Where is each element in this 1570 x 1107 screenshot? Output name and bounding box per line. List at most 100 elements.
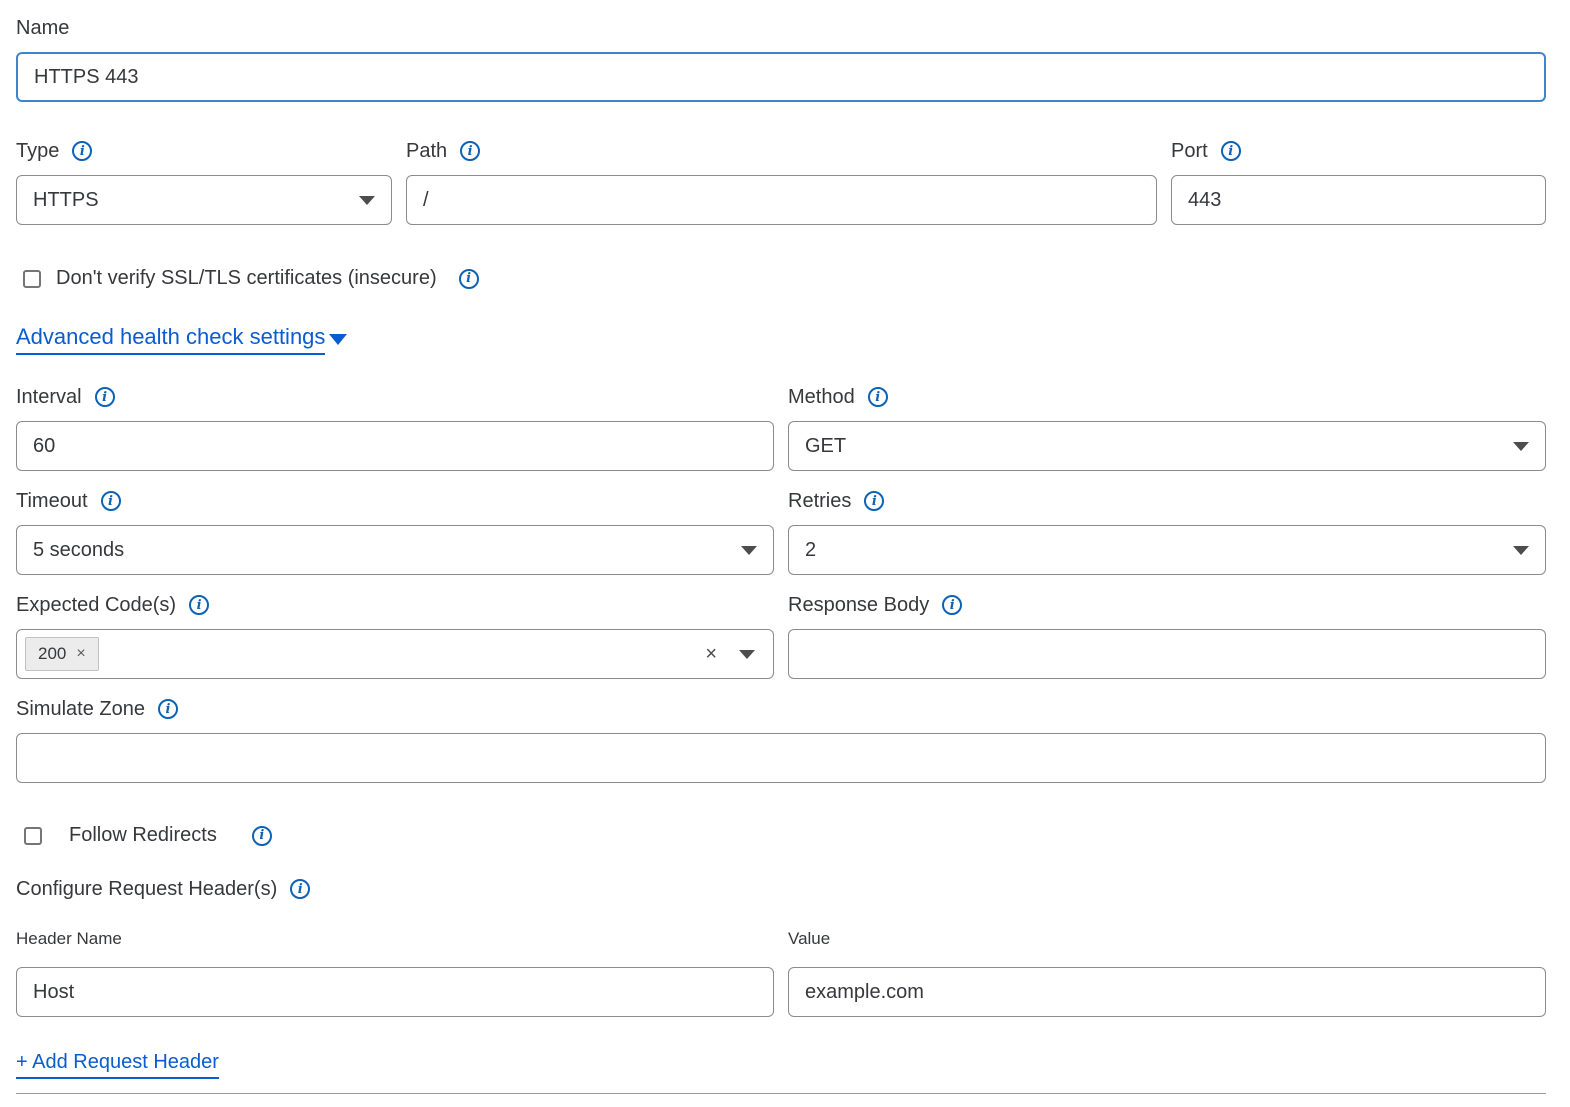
dont-verify-ssl-checkbox[interactable] (23, 270, 41, 288)
method-select[interactable]: GET (788, 421, 1546, 471)
retries-label: Retries (788, 489, 851, 513)
method-select-value: GET (805, 435, 846, 458)
interval-label: Interval (16, 385, 82, 409)
retries-field-group: Retries i 2 (788, 489, 1546, 575)
timeout-info-icon[interactable]: i (101, 491, 121, 511)
header-name-input[interactable] (16, 967, 774, 1017)
expected-code-chip-label: 200 (38, 644, 66, 664)
type-label-row: Type i (16, 139, 392, 163)
expected-codes-info-icon[interactable]: i (189, 595, 209, 615)
type-path-port-row: Type i HTTPS Path i Port i (16, 139, 1546, 225)
request-headers-section-label: Configure Request Header(s) (16, 877, 277, 901)
add-request-header-link-text: + Add Request Header (16, 1051, 219, 1079)
type-select[interactable]: HTTPS (16, 175, 392, 225)
interval-field-group: Interval i (16, 385, 774, 471)
name-label: Name (16, 16, 69, 40)
response-body-input[interactable] (788, 629, 1546, 679)
remove-tag-icon[interactable]: × (76, 646, 85, 662)
header-value-label: Value (788, 927, 830, 951)
simulate-zone-label-row: Simulate Zone i (16, 697, 1546, 721)
method-label: Method (788, 385, 855, 409)
response-body-field-group: Response Body i (788, 593, 1546, 679)
response-body-info-icon[interactable]: i (942, 595, 962, 615)
timeout-field-group: Timeout i 5 seconds (16, 489, 774, 575)
header-name-label-row: Header Name (16, 927, 774, 951)
retries-info-icon[interactable]: i (864, 491, 884, 511)
follow-redirects-row: Follow Redirects i (24, 824, 1546, 847)
section-divider (16, 1093, 1546, 1094)
header-value-field-group: Value (788, 927, 1546, 1017)
follow-redirects-checkbox[interactable] (24, 827, 42, 845)
port-field-group: Port i (1171, 139, 1546, 225)
expected-codes-multiselect[interactable]: 200 × × (16, 629, 774, 679)
expected-codes-label-row: Expected Code(s) i (16, 593, 774, 617)
follow-redirects-label: Follow Redirects (69, 824, 217, 847)
name-input[interactable] (16, 52, 1546, 102)
method-label-row: Method i (788, 385, 1546, 409)
advanced-settings-link[interactable]: Advanced health check settings (16, 324, 347, 355)
header-value-label-row: Value (788, 927, 1546, 951)
dont-verify-ssl-label: Don't verify SSL/TLS certificates (insec… (56, 267, 437, 290)
health-check-form: Name Type i HTTPS Path i Port i (0, 0, 1570, 1094)
port-input[interactable] (1171, 175, 1546, 225)
type-select-value: HTTPS (33, 189, 99, 212)
timeout-retries-row: Timeout i 5 seconds Retries i 2 (16, 489, 1546, 575)
interval-input[interactable] (16, 421, 774, 471)
retries-label-row: Retries i (788, 489, 1546, 513)
codes-body-row: Expected Code(s) i 200 × × Response Body… (16, 593, 1546, 679)
response-body-label: Response Body (788, 593, 929, 617)
port-info-icon[interactable]: i (1221, 141, 1241, 161)
chevron-down-icon (739, 650, 755, 659)
chevron-down-icon (1513, 546, 1529, 555)
expected-codes-field-group: Expected Code(s) i 200 × × (16, 593, 774, 679)
timeout-select-value: 5 seconds (33, 539, 124, 562)
timeout-label: Timeout (16, 489, 88, 513)
simulate-zone-field-group: Simulate Zone i (16, 697, 1546, 783)
type-label: Type (16, 139, 59, 163)
dont-verify-ssl-row: Don't verify SSL/TLS certificates (insec… (23, 267, 1546, 290)
header-value-input[interactable] (788, 967, 1546, 1017)
expected-code-chip: 200 × (25, 637, 99, 671)
request-headers-info-icon[interactable]: i (290, 879, 310, 899)
retries-select[interactable]: 2 (788, 525, 1546, 575)
path-label-row: Path i (406, 139, 1157, 163)
add-request-header-row: + Add Request Header (16, 1051, 1546, 1079)
method-info-icon[interactable]: i (868, 387, 888, 407)
advanced-settings-row: Advanced health check settings (16, 324, 1546, 355)
path-info-icon[interactable]: i (460, 141, 480, 161)
interval-info-icon[interactable]: i (95, 387, 115, 407)
chevron-down-icon (359, 196, 375, 205)
path-label: Path (406, 139, 447, 163)
port-label-row: Port i (1171, 139, 1546, 163)
method-field-group: Method i GET (788, 385, 1546, 471)
header-name-field-group: Header Name (16, 927, 774, 1017)
follow-redirects-info-icon[interactable]: i (252, 826, 272, 846)
chevron-down-icon (741, 546, 757, 555)
interval-method-row: Interval i Method i GET (16, 385, 1546, 471)
interval-label-row: Interval i (16, 385, 774, 409)
chevron-down-icon (329, 334, 347, 345)
type-field-group: Type i HTTPS (16, 139, 392, 225)
path-field-group: Path i (406, 139, 1157, 225)
dont-verify-ssl-info-icon[interactable]: i (459, 269, 479, 289)
timeout-label-row: Timeout i (16, 489, 774, 513)
timeout-select[interactable]: 5 seconds (16, 525, 774, 575)
chevron-down-icon (1513, 442, 1529, 451)
path-input[interactable] (406, 175, 1157, 225)
name-field-group: Name (16, 16, 1546, 102)
expected-codes-label: Expected Code(s) (16, 593, 176, 617)
advanced-settings-link-text: Advanced health check settings (16, 324, 325, 355)
clear-icon[interactable]: × (705, 644, 717, 664)
simulate-zone-info-icon[interactable]: i (158, 699, 178, 719)
add-request-header-link[interactable]: + Add Request Header (16, 1051, 219, 1079)
type-info-icon[interactable]: i (72, 141, 92, 161)
name-label-row: Name (16, 16, 1546, 40)
request-headers-section-row: Configure Request Header(s) i (16, 877, 1546, 901)
response-body-label-row: Response Body i (788, 593, 1546, 617)
port-label: Port (1171, 139, 1208, 163)
retries-select-value: 2 (805, 539, 816, 562)
header-name-label: Header Name (16, 927, 122, 951)
request-header-row: Header Name Value (16, 927, 1546, 1017)
simulate-zone-label: Simulate Zone (16, 697, 145, 721)
simulate-zone-input[interactable] (16, 733, 1546, 783)
